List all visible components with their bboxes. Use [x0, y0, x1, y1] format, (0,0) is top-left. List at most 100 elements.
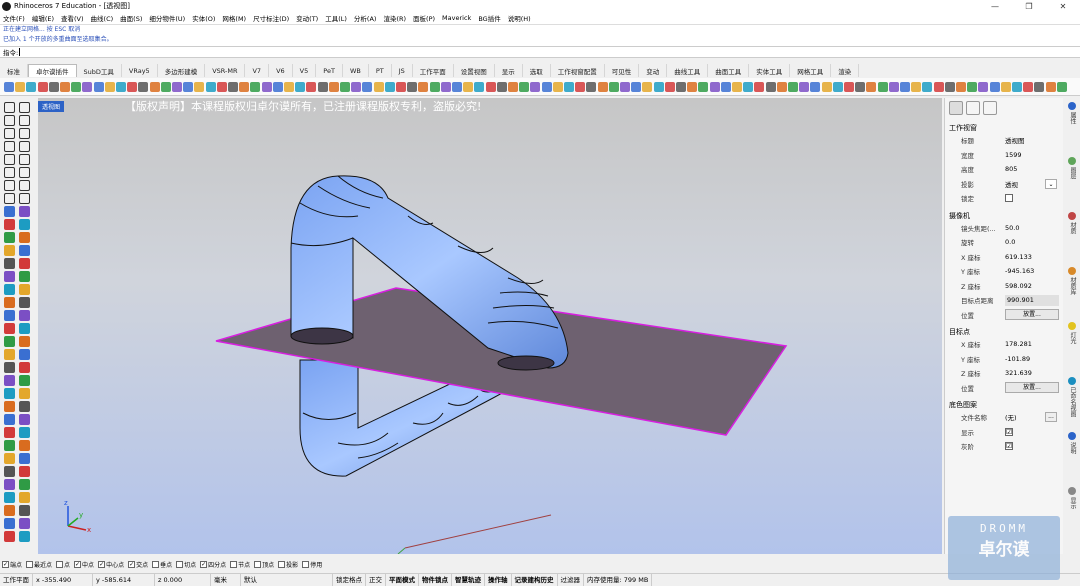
menu-item[interactable]: 变动(T): [296, 13, 318, 23]
menu-item[interactable]: 网格(M): [222, 13, 246, 23]
perspective-viewport[interactable]: z x y 透视图 【版权声明】本课程版权归卓尔谟所有，已注册课程版权专利，盗版…: [38, 98, 942, 554]
toolbar-tool-icon[interactable]: [888, 82, 899, 92]
toolbar-tool-icon[interactable]: [384, 82, 395, 92]
toolbar-tab[interactable]: VSR-MR: [205, 64, 246, 77]
palette-tool-icon[interactable]: [4, 323, 15, 334]
toolbar-tool-icon[interactable]: [93, 82, 104, 92]
toolbar-tool-icon[interactable]: [317, 82, 328, 92]
toolbar-tool-icon[interactable]: [1012, 82, 1022, 92]
palette-tool-icon[interactable]: [4, 141, 15, 152]
menu-item[interactable]: 实体(O): [192, 13, 215, 23]
toolbar-tool-icon[interactable]: [407, 82, 418, 92]
toolbar-tool-icon[interactable]: [631, 82, 642, 92]
property-value[interactable]: -945.163: [1005, 267, 1034, 275]
toolbar-tool-icon[interactable]: [575, 82, 586, 92]
side-tab-item[interactable]: 图层: [1065, 157, 1077, 179]
property-value[interactable]: -101.89: [1005, 355, 1030, 363]
toolbar-tool-icon[interactable]: [228, 82, 238, 92]
palette-tool-icon[interactable]: [19, 232, 30, 243]
palette-tool-icon[interactable]: [4, 245, 15, 256]
toolbar-tool-icon[interactable]: [306, 82, 317, 92]
toolbar-tab[interactable]: 变动: [639, 64, 668, 77]
toolbar-tool-icon[interactable]: [944, 82, 955, 92]
toolbar-tab[interactable]: V5: [293, 64, 317, 77]
toolbar-tab[interactable]: V7: [245, 64, 270, 77]
toolbar-tool-icon[interactable]: [328, 82, 339, 92]
property-value[interactable]: 321.639: [1005, 369, 1032, 377]
palette-tool-icon[interactable]: [19, 271, 30, 282]
toolbar-tool-icon[interactable]: [765, 82, 776, 92]
osnap-checkbox[interactable]: ✓: [98, 560, 106, 568]
palette-tool-icon[interactable]: [19, 401, 30, 412]
property-value[interactable]: 178.281: [1005, 340, 1032, 348]
toolbar-tool-icon[interactable]: [485, 82, 496, 92]
property-value[interactable]: 50.0: [1005, 224, 1019, 232]
palette-tool-icon[interactable]: [19, 180, 30, 191]
toolbar-tool-icon[interactable]: [709, 82, 720, 92]
palette-tool-icon[interactable]: [4, 102, 15, 113]
osnap-item[interactable]: 停用: [302, 560, 322, 569]
menu-item[interactable]: BG插件: [478, 13, 500, 23]
toolbar-tab[interactable]: WB: [343, 64, 369, 77]
palette-tool-icon[interactable]: [19, 141, 30, 152]
palette-tool-icon[interactable]: [4, 505, 15, 516]
toolbar-tab[interactable]: SubD工具: [77, 64, 122, 77]
toolbar-tool-icon[interactable]: [26, 82, 37, 92]
toolbar-tab[interactable]: JS: [392, 64, 413, 77]
palette-tool-icon[interactable]: [19, 206, 30, 217]
toolbar-tool-icon[interactable]: [687, 82, 698, 92]
side-tab-item[interactable]: 说明: [1065, 432, 1077, 454]
toolbar-tab[interactable]: 渲染: [831, 64, 860, 77]
browse-button[interactable]: ...: [1045, 412, 1057, 423]
toolbar-tool-icon[interactable]: [508, 82, 518, 92]
status-toggle[interactable]: 平面模式: [386, 573, 419, 586]
palette-tool-icon[interactable]: [19, 479, 30, 490]
status-toggle[interactable]: 记录建构历史: [512, 573, 558, 586]
palette-tool-icon[interactable]: [4, 414, 15, 425]
projection-dropdown-icon[interactable]: ⌄: [1045, 178, 1057, 189]
property-value[interactable]: 0.0: [1005, 238, 1015, 246]
toolbar-tool-icon[interactable]: [799, 82, 810, 92]
toolbar-tool-icon[interactable]: [216, 82, 227, 92]
palette-tool-icon[interactable]: [19, 167, 30, 178]
close-button[interactable]: ✕: [1046, 0, 1080, 12]
toolbar-tab[interactable]: PeT: [316, 64, 343, 77]
osnap-checkbox[interactable]: [278, 560, 286, 568]
toolbar-tool-icon[interactable]: [776, 82, 787, 92]
toolbar-tool-icon[interactable]: [642, 82, 653, 92]
palette-tool-icon[interactable]: [19, 466, 30, 477]
palette-tool-icon[interactable]: [4, 180, 15, 191]
lock-checkbox[interactable]: [1005, 194, 1013, 203]
toolbar-tool-icon[interactable]: [788, 82, 798, 92]
viewport-properties-icon[interactable]: [983, 101, 997, 115]
palette-tool-icon[interactable]: [4, 128, 15, 139]
palette-tool-icon[interactable]: [19, 115, 30, 126]
palette-tool-icon[interactable]: [19, 388, 30, 399]
toolbar-tab[interactable]: 设置视图: [454, 64, 495, 77]
menu-item[interactable]: 说明(H): [508, 13, 531, 23]
palette-tool-icon[interactable]: [4, 362, 15, 373]
palette-tool-icon[interactable]: [19, 349, 30, 360]
toolbar-tool-icon[interactable]: [676, 82, 686, 92]
property-value[interactable]: 1599: [1005, 151, 1022, 159]
osnap-item[interactable]: 投影: [278, 560, 298, 569]
place-button[interactable]: 放置...: [1005, 309, 1059, 321]
toolbar-tool-icon[interactable]: [373, 82, 384, 92]
palette-tool-icon[interactable]: [4, 349, 15, 360]
toolbar-tool-icon[interactable]: [586, 82, 597, 92]
toolbar-tool-icon[interactable]: [810, 82, 821, 92]
palette-tool-icon[interactable]: [19, 297, 30, 308]
palette-tool-icon[interactable]: [19, 193, 30, 204]
palette-tool-icon[interactable]: [19, 518, 30, 529]
palette-tool-icon[interactable]: [19, 440, 30, 451]
toolbar-tool-icon[interactable]: [295, 82, 306, 92]
toolbar-tool-icon[interactable]: [172, 82, 182, 92]
toolbar-tool-icon[interactable]: [832, 82, 843, 92]
status-toggle[interactable]: 智慧轨迹: [452, 573, 485, 586]
side-tab-item[interactable]: 已命名视图: [1065, 377, 1077, 417]
status-toggle[interactable]: 过滤器: [558, 573, 584, 586]
menu-item[interactable]: 编辑(E): [32, 13, 54, 23]
side-tab-item[interactable]: 灯光: [1065, 322, 1077, 344]
status-toggle[interactable]: 操作轴: [485, 573, 512, 586]
toolbar-tool-icon[interactable]: [160, 82, 171, 92]
